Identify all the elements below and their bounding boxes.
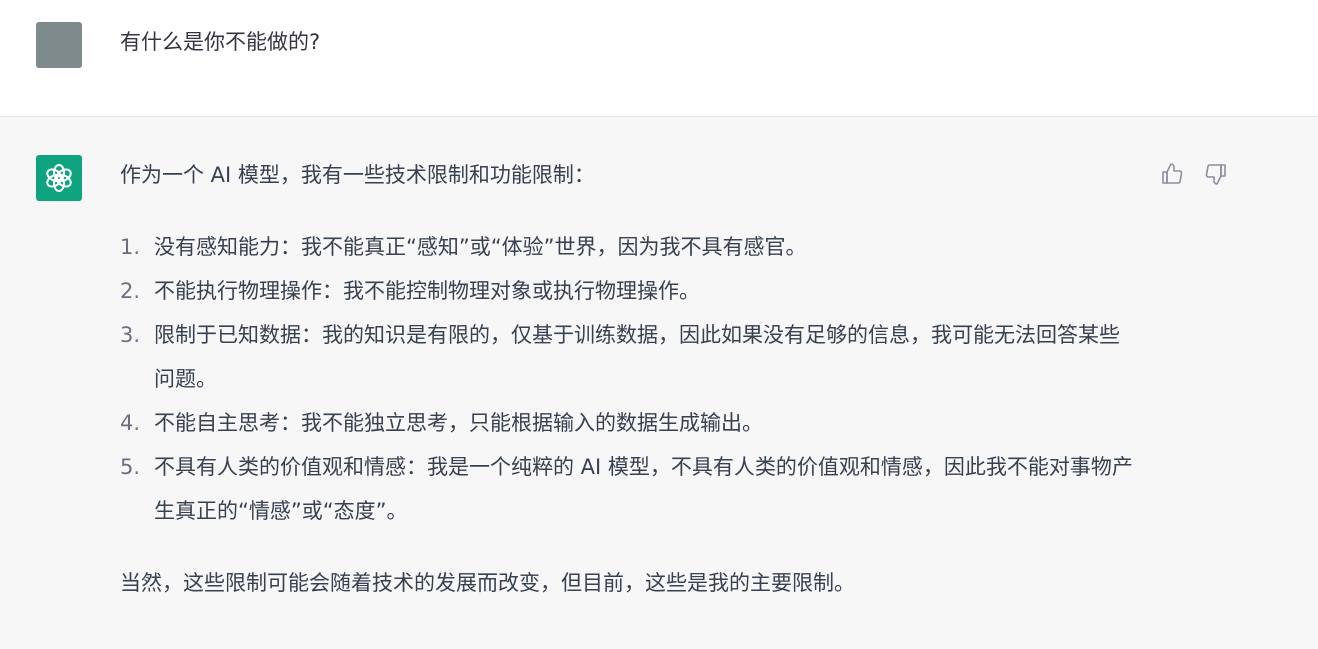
list-item-number: 4.: [120, 411, 141, 435]
list-item-number: 2.: [120, 279, 141, 303]
list-item-text: 限制于已知数据：我的知识是有限的，仅基于训练数据，因此如果没有足够的信息，我可能…: [154, 323, 1120, 391]
list-item-number: 3.: [120, 323, 141, 347]
list-item-number: 1.: [120, 235, 141, 259]
thumbs-down-button[interactable]: [1203, 161, 1229, 187]
user-message-text: 有什么是你不能做的?: [120, 30, 321, 54]
list-item: 3. 限制于已知数据：我的知识是有限的，仅基于训练数据，因此如果没有足够的信息，…: [120, 313, 1140, 401]
assistant-intro-text: 作为一个 AI 模型，我有一些技术限制和功能限制：: [120, 163, 595, 187]
openai-logo-icon: [46, 164, 72, 192]
list-item: 4. 不能自主思考：我不能独立思考，只能根据输入的数据生成输出。: [120, 401, 1140, 445]
user-avatar: [36, 22, 82, 68]
assistant-closing-text: 当然，这些限制可能会随着技术的发展而改变，但目前，这些是我的主要限制。: [120, 571, 855, 595]
list-item-text: 不能执行物理操作：我不能控制物理对象或执行物理操作。: [154, 279, 700, 303]
limitations-list: 1. 没有感知能力：我不能真正“感知”或“体验”世界，因为我不具有感官。 2. …: [120, 225, 1140, 533]
assistant-message-body: 作为一个 AI 模型，我有一些技术限制和功能限制： 1. 没有感知能力：我不能真…: [120, 159, 1140, 599]
list-item-text: 不能自主思考：我不能独立思考，只能根据输入的数据生成输出。: [154, 411, 763, 435]
list-item: 5. 不具有人类的价值观和情感：我是一个纯粹的 AI 模型，不具有人类的价值观和…: [120, 445, 1140, 533]
thumbs-up-button[interactable]: [1159, 161, 1185, 187]
assistant-message-row: 作为一个 AI 模型，我有一些技术限制和功能限制： 1. 没有感知能力：我不能真…: [0, 117, 1318, 649]
user-message-row: 有什么是你不能做的?: [0, 0, 1318, 117]
thumbs-down-icon: [1205, 164, 1226, 185]
list-item-text: 没有感知能力：我不能真正“感知”或“体验”世界，因为我不具有感官。: [154, 235, 807, 259]
list-item: 1. 没有感知能力：我不能真正“感知”或“体验”世界，因为我不具有感官。: [120, 225, 1140, 269]
list-item-text: 不具有人类的价值观和情感：我是一个纯粹的 AI 模型，不具有人类的价值观和情感，…: [154, 455, 1133, 523]
list-item-number: 5.: [120, 455, 141, 479]
assistant-avatar: [36, 155, 82, 201]
thumbs-up-icon: [1162, 163, 1183, 184]
list-item: 2. 不能执行物理操作：我不能控制物理对象或执行物理操作。: [120, 269, 1140, 313]
